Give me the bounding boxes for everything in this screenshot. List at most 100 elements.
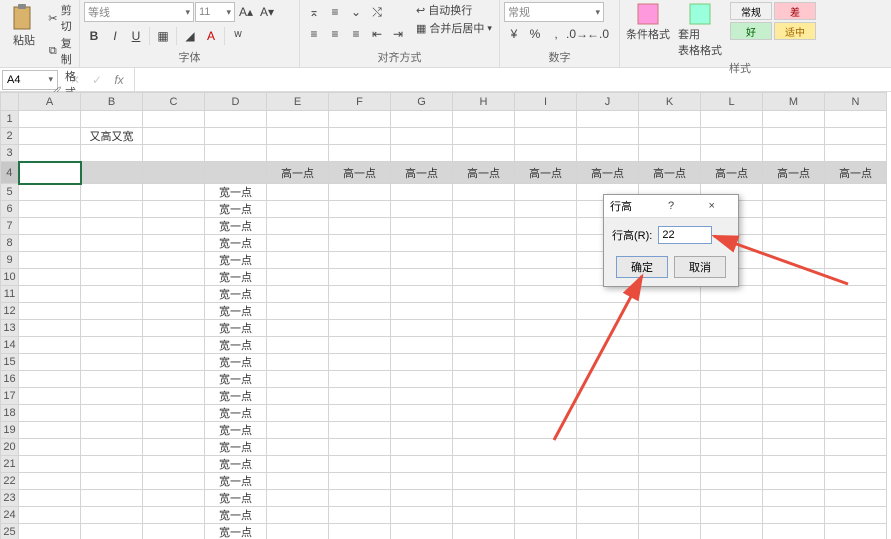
cell-C12[interactable] — [143, 303, 205, 320]
cell-K21[interactable] — [639, 456, 701, 473]
cell-A9[interactable] — [19, 252, 81, 269]
cell-M11[interactable] — [763, 286, 825, 303]
cell-H24[interactable] — [453, 507, 515, 524]
cell-L17[interactable] — [701, 388, 763, 405]
cell-K14[interactable] — [639, 337, 701, 354]
indent-dec-button[interactable]: ⇤ — [367, 24, 387, 44]
underline-button[interactable]: U — [126, 26, 146, 46]
cell-H7[interactable] — [453, 218, 515, 235]
cell-M8[interactable] — [763, 235, 825, 252]
cell-C13[interactable] — [143, 320, 205, 337]
cell-H16[interactable] — [453, 371, 515, 388]
col-header-M[interactable]: M — [763, 93, 825, 111]
cell-G10[interactable] — [391, 269, 453, 286]
cell-J24[interactable] — [577, 507, 639, 524]
cell-B25[interactable] — [81, 524, 143, 539]
row-header-5[interactable]: 5 — [1, 184, 19, 201]
cell-F13[interactable] — [329, 320, 391, 337]
row-header-17[interactable]: 17 — [1, 388, 19, 405]
cell-M10[interactable] — [763, 269, 825, 286]
cell-K23[interactable] — [639, 490, 701, 507]
cell-I17[interactable] — [515, 388, 577, 405]
row-header-24[interactable]: 24 — [1, 507, 19, 524]
dialog-cancel-button[interactable]: 取消 — [674, 256, 726, 278]
cond-format-button[interactable]: 条件格式 — [624, 2, 672, 58]
cell-K22[interactable] — [639, 473, 701, 490]
cell-B5[interactable] — [81, 184, 143, 201]
cell-A10[interactable] — [19, 269, 81, 286]
cell-H18[interactable] — [453, 405, 515, 422]
cell-H13[interactable] — [453, 320, 515, 337]
cell-C9[interactable] — [143, 252, 205, 269]
cell-M9[interactable] — [763, 252, 825, 269]
cell-C24[interactable] — [143, 507, 205, 524]
row-header-4[interactable]: 4 — [1, 162, 19, 184]
cell-K15[interactable] — [639, 354, 701, 371]
cell-D4[interactable] — [205, 162, 267, 184]
cell-M15[interactable] — [763, 354, 825, 371]
cell-I5[interactable] — [515, 184, 577, 201]
row-header-12[interactable]: 12 — [1, 303, 19, 320]
cell-B8[interactable] — [81, 235, 143, 252]
cell-G18[interactable] — [391, 405, 453, 422]
cell-I13[interactable] — [515, 320, 577, 337]
table-format-button[interactable]: 套用 表格格式 — [676, 2, 724, 58]
cell-B9[interactable] — [81, 252, 143, 269]
col-header-F[interactable]: F — [329, 93, 391, 111]
row-header-1[interactable]: 1 — [1, 111, 19, 128]
cell-N17[interactable] — [825, 388, 887, 405]
cell-I25[interactable] — [515, 524, 577, 539]
cell-A19[interactable] — [19, 422, 81, 439]
increase-font-button[interactable]: A▴ — [236, 2, 256, 22]
cell-A7[interactable] — [19, 218, 81, 235]
cell-C8[interactable] — [143, 235, 205, 252]
cell-N1[interactable] — [825, 111, 887, 128]
cell-E12[interactable] — [267, 303, 329, 320]
cell-F12[interactable] — [329, 303, 391, 320]
comma-button[interactable]: , — [546, 24, 566, 44]
cell-G25[interactable] — [391, 524, 453, 539]
cell-I6[interactable] — [515, 201, 577, 218]
cell-F6[interactable] — [329, 201, 391, 218]
cut-button[interactable]: ✂剪切 — [46, 2, 78, 34]
cell-I7[interactable] — [515, 218, 577, 235]
cell-C4[interactable] — [143, 162, 205, 184]
row-header-7[interactable]: 7 — [1, 218, 19, 235]
cell-I15[interactable] — [515, 354, 577, 371]
cell-C19[interactable] — [143, 422, 205, 439]
cell-G22[interactable] — [391, 473, 453, 490]
cell-H8[interactable] — [453, 235, 515, 252]
cell-K13[interactable] — [639, 320, 701, 337]
cell-F9[interactable] — [329, 252, 391, 269]
cell-M16[interactable] — [763, 371, 825, 388]
cell-K12[interactable] — [639, 303, 701, 320]
cell-A17[interactable] — [19, 388, 81, 405]
cell-L25[interactable] — [701, 524, 763, 539]
cell-I1[interactable] — [515, 111, 577, 128]
cell-N23[interactable] — [825, 490, 887, 507]
cell-B14[interactable] — [81, 337, 143, 354]
cell-G15[interactable] — [391, 354, 453, 371]
cell-E17[interactable] — [267, 388, 329, 405]
cell-L1[interactable] — [701, 111, 763, 128]
cell-K1[interactable] — [639, 111, 701, 128]
cell-D21[interactable]: 宽一点 — [205, 456, 267, 473]
cell-E14[interactable] — [267, 337, 329, 354]
cell-D13[interactable]: 宽一点 — [205, 320, 267, 337]
cell-G14[interactable] — [391, 337, 453, 354]
select-all-corner[interactable] — [1, 93, 19, 111]
cell-N5[interactable] — [825, 184, 887, 201]
cell-B24[interactable] — [81, 507, 143, 524]
cell-M25[interactable] — [763, 524, 825, 539]
cell-L15[interactable] — [701, 354, 763, 371]
row-header-25[interactable]: 25 — [1, 524, 19, 539]
border-button[interactable]: ▦ — [153, 26, 173, 46]
cell-N20[interactable] — [825, 439, 887, 456]
style-good[interactable]: 好 — [730, 22, 772, 40]
cell-E4[interactable]: 高一点 — [267, 162, 329, 184]
cell-C21[interactable] — [143, 456, 205, 473]
cell-L13[interactable] — [701, 320, 763, 337]
cell-C10[interactable] — [143, 269, 205, 286]
cell-A5[interactable] — [19, 184, 81, 201]
cell-A24[interactable] — [19, 507, 81, 524]
